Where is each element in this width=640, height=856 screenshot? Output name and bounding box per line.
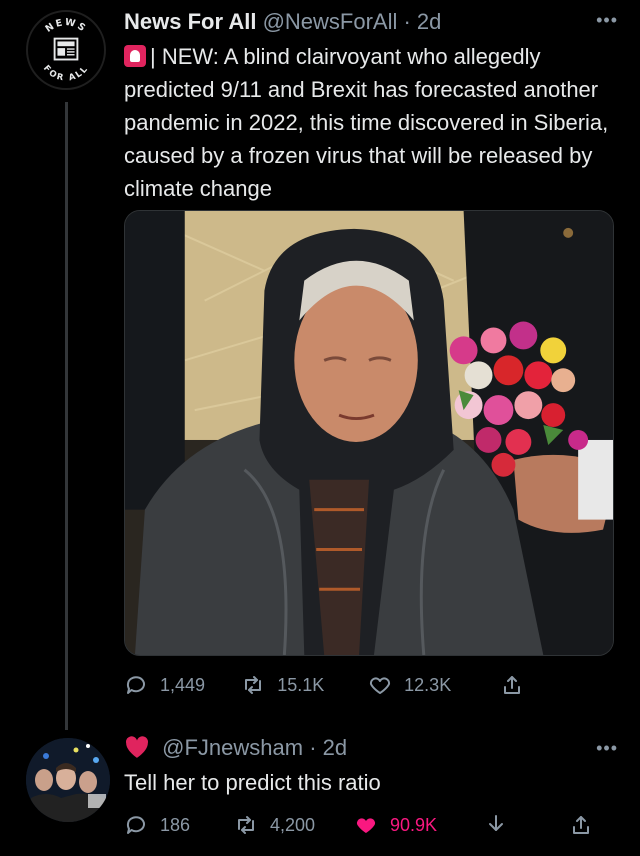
thread-connector-line (65, 102, 68, 730)
author-handle[interactable]: @NewsForAll (263, 9, 398, 34)
heart-filled-icon (356, 818, 376, 833)
tweet-actions: 1,449 15.1K 12.3K (124, 670, 524, 700)
reply-actions: 186 4,200 90.9K (124, 810, 594, 840)
reply-retweet-button[interactable]: 4,200 (234, 813, 354, 837)
reply-reply-count: 186 (160, 814, 191, 835)
retweet-icon (245, 676, 262, 694)
reply-like-count: 90.9K (390, 814, 438, 835)
heart-outline-icon (370, 677, 391, 694)
svg-text:NEWS: NEWS (43, 17, 88, 35)
like-count: 12.3K (404, 674, 452, 695)
reply-button[interactable]: 1,449 (124, 673, 241, 697)
reply-share-button[interactable] (569, 813, 593, 837)
red-heart-emoji-icon (126, 736, 149, 758)
retweet-icon (238, 816, 254, 834)
share-icon (504, 676, 520, 694)
download-arrow-icon (489, 815, 503, 831)
crowd-selfie-illustration (26, 738, 110, 822)
timeline: NEWS FOR ALL News For All @NewsForAll · … (0, 0, 640, 856)
reply-timestamp[interactable]: · 2d (309, 735, 347, 760)
more-dots-icon[interactable]: ••• (596, 10, 618, 31)
svg-text:FOR ALL: FOR ALL (41, 64, 91, 84)
retweet-button[interactable]: 15.1K (241, 673, 368, 697)
reply-header: @FJnewsham · 2d (124, 734, 347, 762)
tweet-timestamp[interactable]: · 2d (403, 9, 441, 34)
newspaper-icon (53, 37, 79, 61)
tweet-photo[interactable] (124, 210, 614, 656)
avatar-text-bottom: FOR ALL (41, 64, 89, 84)
reply-handle[interactable]: @FJnewsham (162, 735, 303, 760)
fjnewsham-avatar[interactable] (26, 738, 110, 822)
news-for-all-avatar[interactable]: NEWS FOR ALL (26, 10, 106, 90)
retweet-count: 15.1K (277, 674, 325, 695)
tweet-text-container: | NEW: A blind clairvoyant who allegedly… (124, 40, 624, 205)
avatar-text-top: NEWS (43, 17, 86, 35)
reply-text: Tell her to predict this ratio (124, 770, 381, 795)
reply-count: 1,449 (160, 674, 206, 695)
reply-like-button[interactable]: 90.9K (354, 813, 484, 837)
reply-icon (126, 816, 145, 834)
reply-retweet-count: 4,200 (270, 814, 316, 835)
reply-reply-button[interactable]: 186 (124, 813, 234, 837)
reply-icon (126, 676, 145, 694)
clairvoyant-photo-illustration (125, 211, 613, 655)
share-icon (573, 816, 589, 834)
tweet-header: News For All @NewsForAll · 2d (124, 8, 590, 36)
reply-more-dots-icon[interactable]: ••• (596, 738, 618, 759)
share-button[interactable] (500, 673, 524, 697)
siren-emoji-icon (124, 45, 146, 67)
tweet-text: | NEW: A blind clairvoyant who allegedly… (124, 44, 609, 201)
reply-download-button[interactable] (484, 813, 569, 837)
author-name[interactable]: News For All (124, 9, 256, 34)
like-button[interactable]: 12.3K (368, 673, 500, 697)
